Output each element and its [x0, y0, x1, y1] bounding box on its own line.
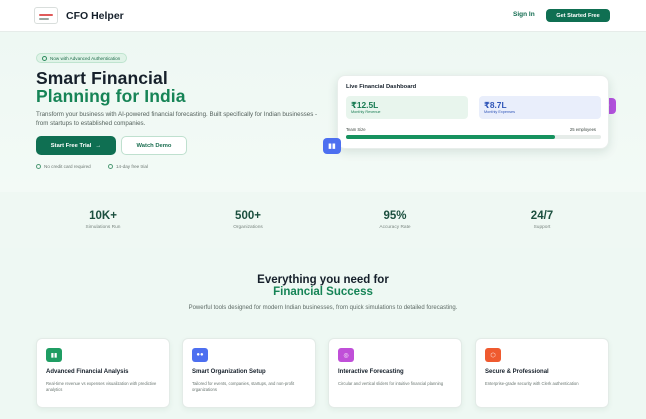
feature-title: Secure & Professional [485, 369, 549, 375]
logo-icon[interactable] [34, 7, 58, 24]
feature-description: Real-time revenue vs expenses visualizat… [46, 381, 157, 392]
monthly-expenses-value: ₹8.7L [484, 100, 507, 110]
free-trial-note: 14-day free trial [108, 164, 148, 169]
get-started-button[interactable]: Get Started Free [546, 9, 610, 22]
team-size-progress [346, 135, 601, 139]
brand-name[interactable]: CFO Helper [66, 10, 124, 22]
team-size-progress-fill [346, 135, 556, 139]
announcement-badge: Now with Advanced Authentication [36, 53, 128, 63]
free-trial-text: 14-day free trial [116, 164, 148, 169]
stat-value: 500+ [235, 210, 261, 222]
stat-label: Simulations Run [85, 225, 121, 230]
start-free-trial-label: Start Free Trial [50, 142, 92, 149]
features-section: Everything you need for Financial Succes… [0, 248, 646, 419]
watch-demo-button[interactable]: Watch Demo [121, 136, 187, 155]
feature-description: Circular and vertical sliders for intuit… [338, 381, 444, 386]
feature-card-organization[interactable]: ●● Smart Organization Setup Tailored for… [182, 338, 316, 408]
monthly-revenue-tile: ₹12.5L Monthly Revenue [346, 96, 468, 119]
stat-value: 24/7 [530, 210, 554, 222]
target-icon: ◎ [338, 348, 354, 362]
start-free-trial-button[interactable]: Start Free Trial → [36, 136, 116, 155]
feature-title: Smart Organization Setup [192, 369, 266, 375]
stats-section: 10K+ Simulations Run 500+ Organizations … [0, 192, 646, 248]
stat-label: Support [533, 225, 551, 230]
team-size-value: 25 employees [569, 127, 596, 132]
no-credit-card-text: No credit card required [44, 164, 91, 169]
feature-description: Tailored for events, companies, startups… [192, 381, 295, 392]
stat-label: Organizations [233, 225, 263, 230]
check-icon [42, 55, 47, 61]
stat-value: 10K+ [89, 210, 117, 222]
monthly-revenue-label: Monthly Revenue [351, 110, 381, 114]
no-credit-card-note: No credit card required [36, 164, 91, 169]
hero-description: Transform your business with AI-powered … [36, 111, 318, 127]
check-circle-icon [36, 164, 41, 169]
features-subheading: Powerful tools designed for modern India… [188, 305, 458, 311]
stat-item: 500+ Organizations [188, 210, 308, 230]
hero-title-line2: Planning for India [36, 86, 186, 106]
feature-title: Advanced Financial Analysis [46, 369, 129, 375]
stat-item: 24/7 Support [482, 210, 602, 230]
arrow-right-icon: → [95, 142, 102, 149]
check-circle-icon [108, 164, 113, 169]
live-dashboard-card: Live Financial Dashboard ₹12.5L Monthly … [337, 75, 609, 149]
feature-title: Interactive Forecasting [338, 369, 404, 375]
feature-card-forecasting[interactable]: ◎ Interactive Forecasting Circular and v… [328, 338, 462, 408]
top-navbar: CFO Helper Sign In Get Started Free [0, 0, 646, 32]
bar-chart-icon: ▮▮ [323, 138, 341, 154]
stat-value: 95% [383, 210, 407, 222]
shield-icon: ⬡ [485, 348, 501, 362]
monthly-expenses-tile: ₹8.7L Monthly Expenses [479, 96, 601, 119]
dashboard-title: Live Financial Dashboard [346, 84, 417, 90]
monthly-revenue-value: ₹12.5L [351, 100, 379, 110]
announcement-text: Now with Advanced Authentication [50, 55, 121, 61]
features-heading-line2: Financial Success [273, 286, 373, 298]
stat-item: 10K+ Simulations Run [43, 210, 163, 230]
monthly-expenses-label: Monthly Expenses [484, 110, 516, 114]
sign-in-link[interactable]: Sign In [513, 11, 535, 18]
feature-card-security[interactable]: ⬡ Secure & Professional Enterprise-grade… [475, 338, 609, 408]
feature-card-analysis[interactable]: ▮▮ Advanced Financial Analysis Real-time… [36, 338, 170, 408]
feature-description: Enterprise-grade security with Clerk aut… [485, 381, 579, 386]
users-icon: ●● [192, 348, 208, 362]
features-heading-line1: Everything you need for [257, 274, 389, 286]
stat-label: Accuracy Rate [379, 225, 411, 230]
bar-chart-icon: ▮▮ [46, 348, 62, 362]
stat-item: 95% Accuracy Rate [335, 210, 455, 230]
team-size-label: Team Size [346, 127, 366, 132]
